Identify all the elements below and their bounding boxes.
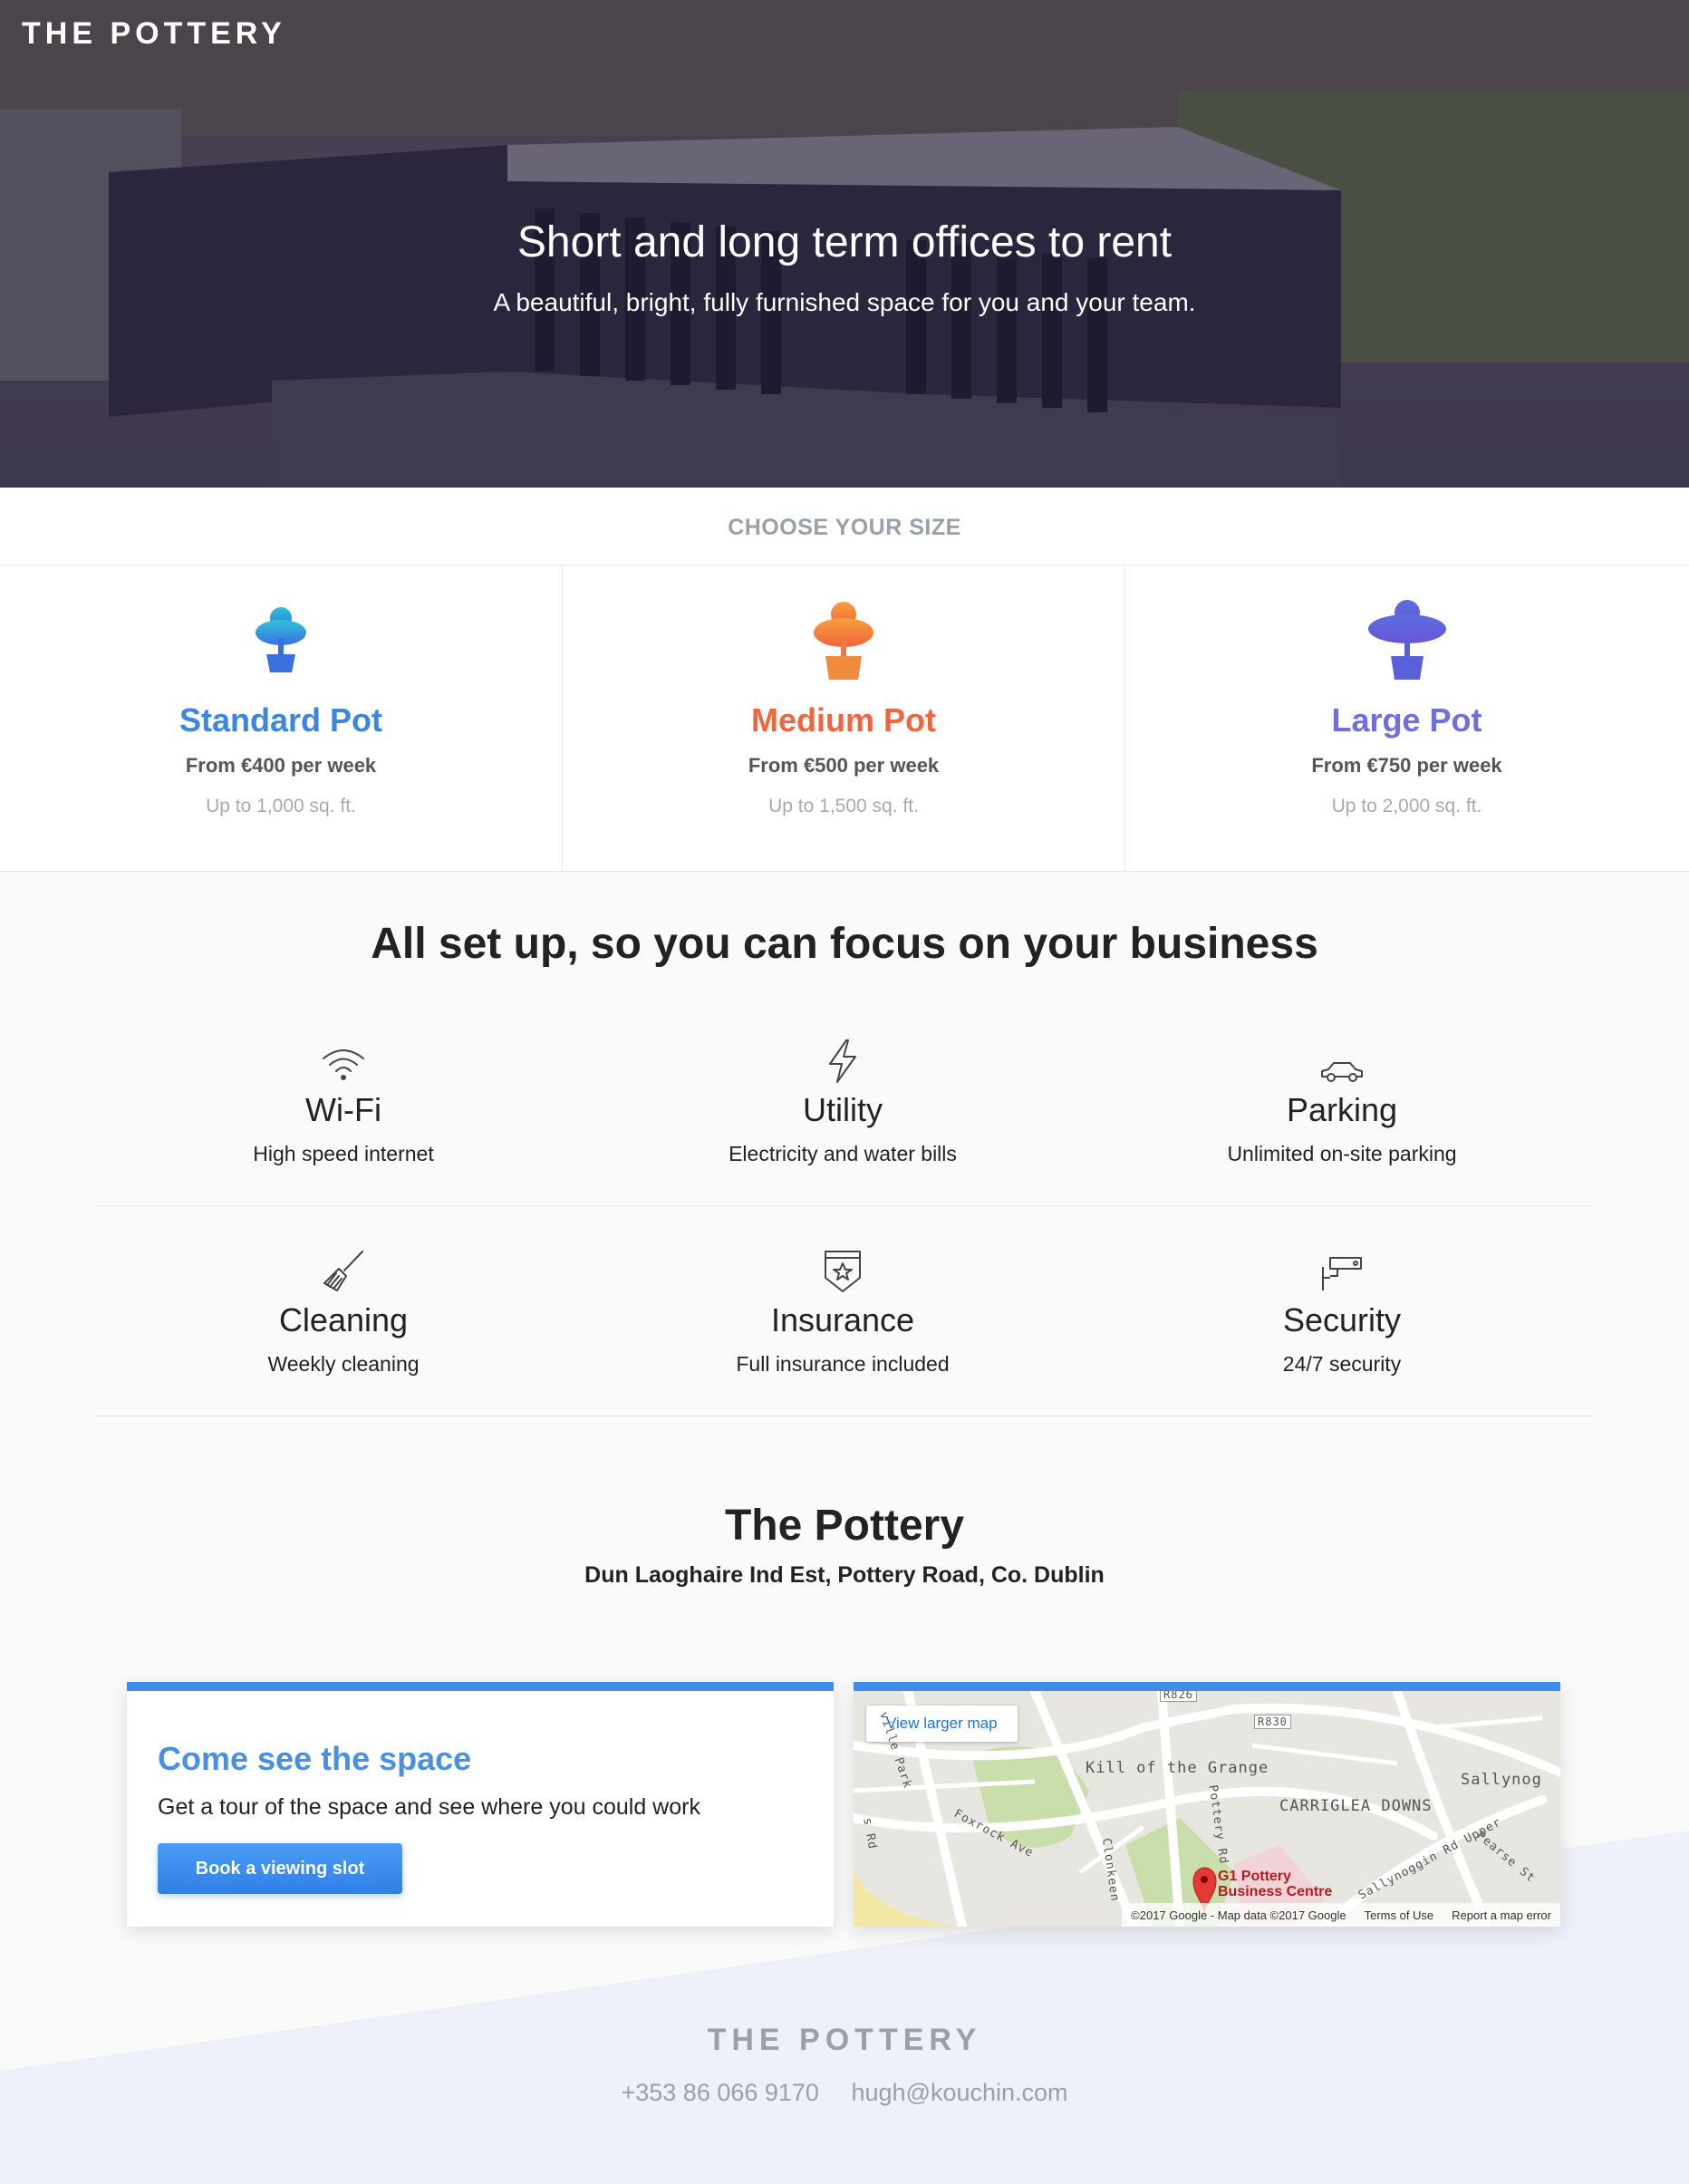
size-card-medium[interactable]: Medium Pot From €500 per week Up to 1,50… xyxy=(563,565,1125,872)
location-name: The Pottery xyxy=(724,1502,965,1550)
small-pot-tree-icon xyxy=(256,607,306,672)
footer-phone[interactable]: +353 86 066 9170 xyxy=(621,2079,818,2106)
footer-email[interactable]: hugh@kouchin.com xyxy=(851,2079,1067,2106)
size-name-large: Large Pot xyxy=(1331,701,1482,739)
feature-name: Cleaning xyxy=(278,1301,409,1338)
site-logo[interactable]: THE POTTERY xyxy=(22,16,286,52)
map-marker-label[interactable]: G1 Pottery Business Centre xyxy=(1218,1869,1345,1899)
map-copyright: ©2017 Google - Map data ©2017 Google xyxy=(1131,1908,1346,1922)
feature-desc: Weekly cleaning xyxy=(267,1352,420,1376)
size-card-standard[interactable]: Standard Pot From €400 per week Up to 1,… xyxy=(0,565,563,872)
feature-desc: High speed internet xyxy=(253,1142,434,1165)
footer-logo[interactable]: THE POTTERY xyxy=(0,2023,1689,2058)
size-name-standard: Standard Pot xyxy=(179,701,382,739)
size-price-large: From €750 per week xyxy=(1311,754,1502,777)
cta-text: Get a tour of the space and see where yo… xyxy=(158,1794,700,1820)
map-report-error-link[interactable]: Report a map error xyxy=(1452,1909,1551,1922)
size-heading: CHOOSE YOUR SIZE xyxy=(728,515,961,540)
feature-desc: Electricity and water bills xyxy=(729,1142,957,1165)
map-label: CARRIGLEA DOWNS xyxy=(1279,1797,1433,1815)
map-label: Sallynog xyxy=(1461,1771,1542,1789)
feature-utility: Utility Electricity and water bills xyxy=(594,1029,1092,1166)
location-map[interactable]: View larger map Kill of the Grange CARRI… xyxy=(854,1682,1560,1927)
feature-cleaning: Cleaning Weekly cleaning xyxy=(94,1240,593,1377)
footer-contact: +353 86 066 9170 hugh@kouchin.com xyxy=(0,2079,1689,2107)
wifi-icon xyxy=(323,1049,364,1080)
features-title: All set up, so you can focus on your bus… xyxy=(371,920,1318,968)
hero-title: Short and long term offices to rent xyxy=(516,218,1173,266)
feature-name: Wi-Fi xyxy=(305,1091,381,1128)
car-icon xyxy=(1321,1062,1363,1082)
size-name-medium: Medium Pot xyxy=(751,701,936,739)
size-card-large[interactable]: Large Pot From €750 per week Up to 2,000… xyxy=(1125,565,1688,872)
feature-insurance: Insurance Full insurance included xyxy=(594,1240,1092,1377)
map-attribution: ©2017 Google - Map data ©2017 Google Ter… xyxy=(1122,1903,1560,1927)
map-label: R830 xyxy=(1254,1715,1291,1729)
size-area-large: Up to 2,000 sq. ft. xyxy=(1331,796,1482,817)
feature-wifi: Wi-Fi High speed internet xyxy=(94,1029,593,1166)
feature-desc: Full insurance included xyxy=(736,1352,950,1376)
feature-name: Security xyxy=(1282,1301,1402,1338)
feature-parking: Parking Unlimited on-site parking xyxy=(1093,1029,1591,1166)
feature-name: Insurance xyxy=(770,1301,915,1338)
divider xyxy=(94,1205,1595,1206)
size-price-medium: From €500 per week xyxy=(748,754,940,777)
medium-pot-tree-icon xyxy=(814,602,873,680)
lightning-icon xyxy=(829,1039,856,1083)
viewing-cta-card: Come see the space Get a tour of the spa… xyxy=(127,1682,834,1927)
size-area-standard: Up to 1,000 sq. ft. xyxy=(206,796,356,817)
feature-desc: Unlimited on-site parking xyxy=(1227,1142,1457,1165)
large-pot-tree-icon xyxy=(1367,600,1446,680)
cta-title: Come see the space xyxy=(158,1740,472,1777)
map-label: R826 xyxy=(1160,1691,1197,1702)
book-viewing-button[interactable]: Book a viewing slot xyxy=(158,1843,402,1894)
hero-banner: THE POTTERY Short and long term offices … xyxy=(0,0,1689,488)
size-price-standard: From €400 per week xyxy=(185,754,377,777)
feature-name: Utility xyxy=(803,1091,883,1128)
location-address: Dun Laoghaire Ind Est, Pottery Road, Co.… xyxy=(584,1562,1105,1588)
shield-star-icon xyxy=(825,1251,861,1292)
size-section: CHOOSE YOUR SIZE Standard Pot From €400 … xyxy=(0,488,1689,872)
size-area-medium: Up to 1,500 sq. ft. xyxy=(768,796,919,817)
feature-name: Parking xyxy=(1286,1091,1398,1128)
map-label: Kill of the Grange xyxy=(1086,1759,1269,1777)
hero-subtitle: A beautiful, bright, fully furnished spa… xyxy=(493,288,1196,316)
map-terms-link[interactable]: Terms of Use xyxy=(1365,1909,1434,1922)
feature-desc: 24/7 security xyxy=(1282,1352,1402,1376)
broom-icon xyxy=(323,1251,363,1291)
feature-security: Security 24/7 security xyxy=(1093,1240,1591,1377)
security-camera-icon xyxy=(1322,1257,1362,1290)
